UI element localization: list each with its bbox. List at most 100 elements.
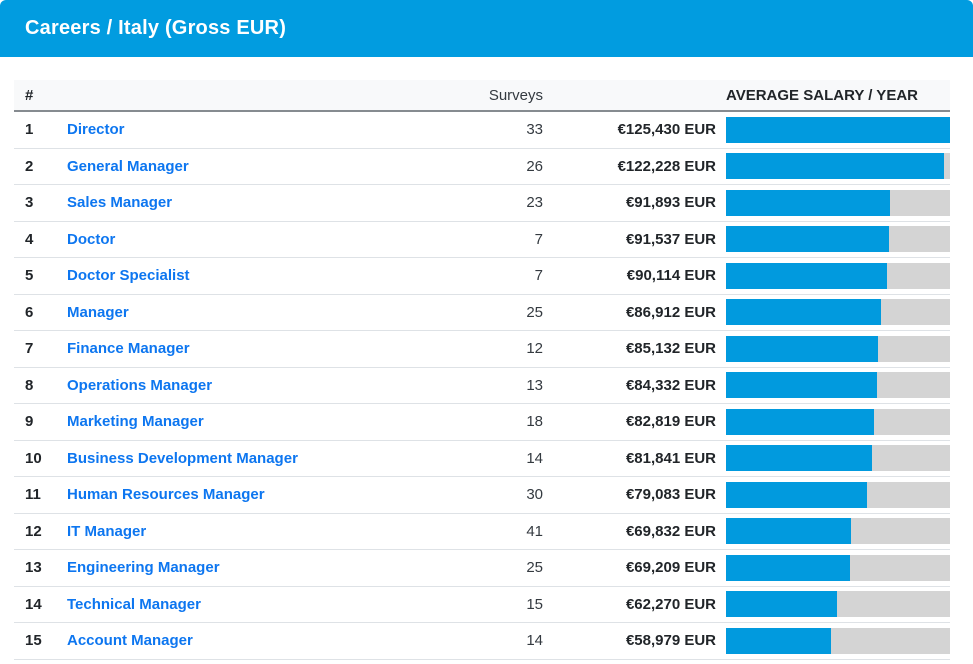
row-salary: €84,332 EUR	[543, 377, 716, 394]
row-rank: 1	[14, 121, 56, 138]
salary-bar-fill	[726, 518, 851, 544]
row-rank: 15	[14, 632, 56, 649]
row-surveys: 7	[443, 267, 543, 284]
salary-bar-fill	[726, 445, 872, 471]
career-link[interactable]: Sales Manager	[67, 194, 172, 211]
row-rank: 14	[14, 596, 56, 613]
salary-bar-fill	[726, 226, 889, 252]
salary-bar-fill	[726, 628, 831, 654]
career-link[interactable]: Operations Manager	[67, 377, 212, 394]
row-surveys: 7	[443, 231, 543, 248]
row-rank: 10	[14, 450, 56, 467]
salary-bar-track	[726, 518, 950, 544]
career-link[interactable]: Doctor	[67, 231, 115, 248]
row-salary: €79,083 EUR	[543, 486, 716, 503]
row-surveys: 25	[443, 304, 543, 321]
salary-bar-track	[726, 226, 950, 252]
table-row: 6 Manager 25 €86,912 EUR	[14, 295, 950, 332]
salary-bar-track	[726, 336, 950, 362]
salary-bar-fill	[726, 372, 877, 398]
salary-bar-fill	[726, 263, 887, 289]
salary-bar-track	[726, 482, 950, 508]
column-header-rank: #	[14, 87, 56, 104]
table-row: 10 Business Development Manager 14 €81,8…	[14, 441, 950, 478]
row-rank: 3	[14, 194, 56, 211]
career-link[interactable]: IT Manager	[67, 523, 146, 540]
career-link[interactable]: Account Manager	[67, 632, 193, 649]
career-link[interactable]: Doctor Specialist	[67, 267, 190, 284]
career-link[interactable]: Technical Manager	[67, 596, 201, 613]
table-row: 3 Sales Manager 23 €91,893 EUR	[14, 185, 950, 222]
row-rank: 5	[14, 267, 56, 284]
row-salary: €85,132 EUR	[543, 340, 716, 357]
row-rank: 6	[14, 304, 56, 321]
table-row: 8 Operations Manager 13 €84,332 EUR	[14, 368, 950, 405]
salary-bar-track	[726, 263, 950, 289]
salary-bar-fill	[726, 153, 944, 179]
row-surveys: 15	[443, 596, 543, 613]
career-link[interactable]: General Manager	[67, 158, 189, 175]
row-salary: €62,270 EUR	[543, 596, 716, 613]
career-link[interactable]: Finance Manager	[67, 340, 190, 357]
row-rank: 2	[14, 158, 56, 175]
row-surveys: 30	[443, 486, 543, 503]
row-salary: €69,832 EUR	[543, 523, 716, 540]
row-rank: 13	[14, 559, 56, 576]
salary-bar-fill	[726, 482, 867, 508]
salary-bar-fill	[726, 555, 850, 581]
row-surveys: 23	[443, 194, 543, 211]
table-body: 1 Director 33 €125,430 EUR 2 General Man…	[14, 112, 950, 660]
career-link[interactable]: Marketing Manager	[67, 413, 204, 430]
table-row: 4 Doctor 7 €91,537 EUR	[14, 222, 950, 259]
row-salary: €91,537 EUR	[543, 231, 716, 248]
table-row: 12 IT Manager 41 €69,832 EUR	[14, 514, 950, 551]
salary-bar-track	[726, 153, 950, 179]
row-surveys: 26	[443, 158, 543, 175]
career-link[interactable]: Manager	[67, 304, 129, 321]
salary-bar-track	[726, 628, 950, 654]
salary-bar-fill	[726, 336, 878, 362]
career-link[interactable]: Human Resources Manager	[67, 486, 265, 503]
salary-bar-fill	[726, 591, 837, 617]
salary-bar-fill	[726, 117, 950, 143]
row-surveys: 33	[443, 121, 543, 138]
row-rank: 8	[14, 377, 56, 394]
row-rank: 9	[14, 413, 56, 430]
row-surveys: 14	[443, 450, 543, 467]
salary-table: # Surveys AVERAGE SALARY / YEAR 1 Direct…	[14, 80, 950, 660]
row-salary: €90,114 EUR	[543, 267, 716, 284]
salary-bar-track	[726, 372, 950, 398]
career-link[interactable]: Engineering Manager	[67, 559, 220, 576]
salary-bar-fill	[726, 190, 890, 216]
salary-bar-track	[726, 190, 950, 216]
salary-bar-track	[726, 445, 950, 471]
salary-bar-track	[726, 409, 950, 435]
table-row: 13 Engineering Manager 25 €69,209 EUR	[14, 550, 950, 587]
table-row: 15 Account Manager 14 €58,979 EUR	[14, 623, 950, 660]
row-salary: €58,979 EUR	[543, 632, 716, 649]
row-surveys: 41	[443, 523, 543, 540]
row-salary: €82,819 EUR	[543, 413, 716, 430]
table-header-row: # Surveys AVERAGE SALARY / YEAR	[14, 80, 950, 112]
row-rank: 4	[14, 231, 56, 248]
row-surveys: 12	[443, 340, 543, 357]
row-rank: 11	[14, 486, 56, 503]
career-link[interactable]: Business Development Manager	[67, 450, 298, 467]
table-row: 1 Director 33 €125,430 EUR	[14, 112, 950, 149]
salary-bar-track	[726, 591, 950, 617]
table-row: 14 Technical Manager 15 €62,270 EUR	[14, 587, 950, 624]
row-salary: €122,228 EUR	[543, 158, 716, 175]
row-surveys: 18	[443, 413, 543, 430]
row-rank: 7	[14, 340, 56, 357]
salary-bar-track	[726, 555, 950, 581]
table-row: 9 Marketing Manager 18 €82,819 EUR	[14, 404, 950, 441]
row-rank: 12	[14, 523, 56, 540]
row-salary: €91,893 EUR	[543, 194, 716, 211]
row-salary: €86,912 EUR	[543, 304, 716, 321]
page-header: Careers / Italy (Gross EUR)	[0, 0, 973, 57]
row-salary: €69,209 EUR	[543, 559, 716, 576]
table-row: 7 Finance Manager 12 €85,132 EUR	[14, 331, 950, 368]
row-salary: €81,841 EUR	[543, 450, 716, 467]
career-link[interactable]: Director	[67, 121, 125, 138]
row-surveys: 25	[443, 559, 543, 576]
